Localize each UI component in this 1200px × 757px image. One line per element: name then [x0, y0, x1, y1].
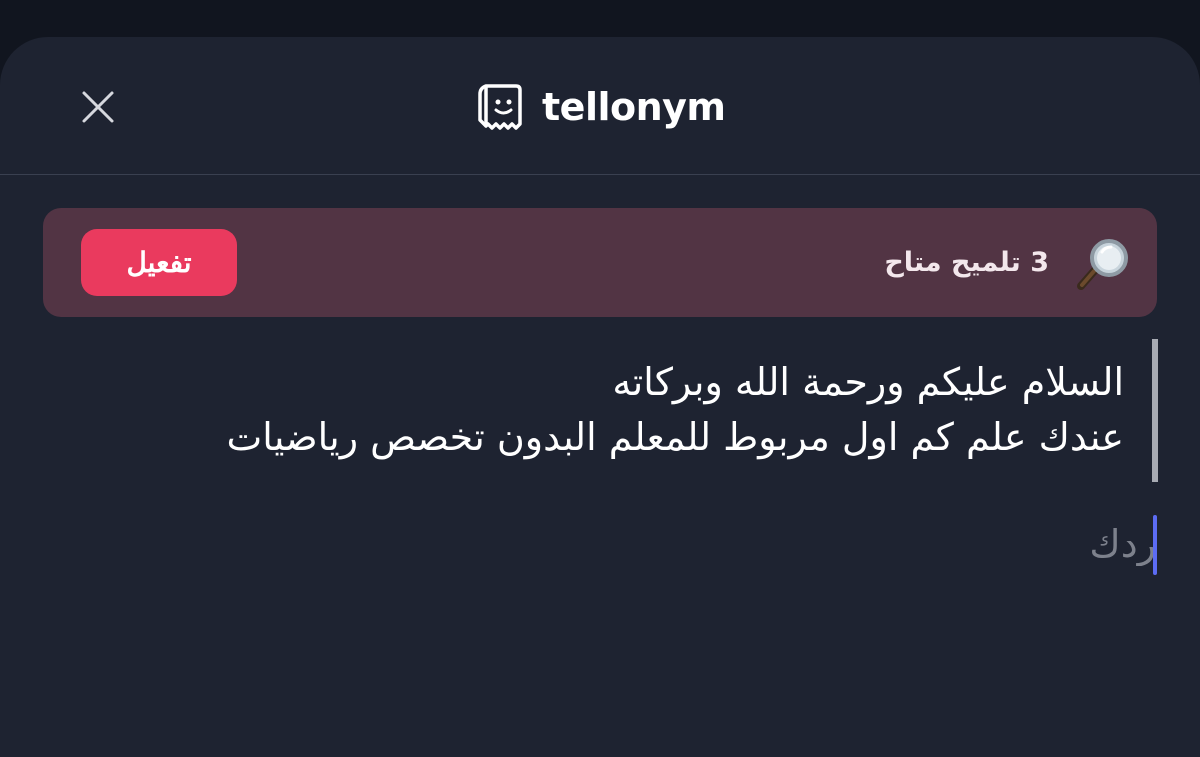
header: tellonym: [0, 37, 1200, 175]
brand-logo: tellonym: [476, 81, 726, 133]
activate-hint-button[interactable]: تفعيل: [81, 229, 237, 296]
close-button[interactable]: [78, 87, 118, 127]
question-text: السلام عليكم ورحمة الله وبركاته عندك علم…: [226, 360, 1125, 459]
close-icon: [82, 91, 114, 123]
text-caret: [1153, 515, 1157, 575]
reply-input[interactable]: [256, 512, 1156, 576]
brand-name: tellonym: [542, 85, 726, 129]
tellonym-logo-icon: [478, 84, 522, 130]
tell-sheet: tellonym تفعيل 3 تلميح متاح السلام عليكم…: [0, 37, 1200, 757]
question-block: السلام عليكم ورحمة الله وبركاته عندك علم…: [42, 339, 1158, 482]
hint-banner: تفعيل 3 تلميح متاح: [43, 208, 1157, 317]
hint-count-text: 3 تلميح متاح: [884, 247, 1049, 278]
magnifying-glass-icon: [1077, 239, 1128, 290]
